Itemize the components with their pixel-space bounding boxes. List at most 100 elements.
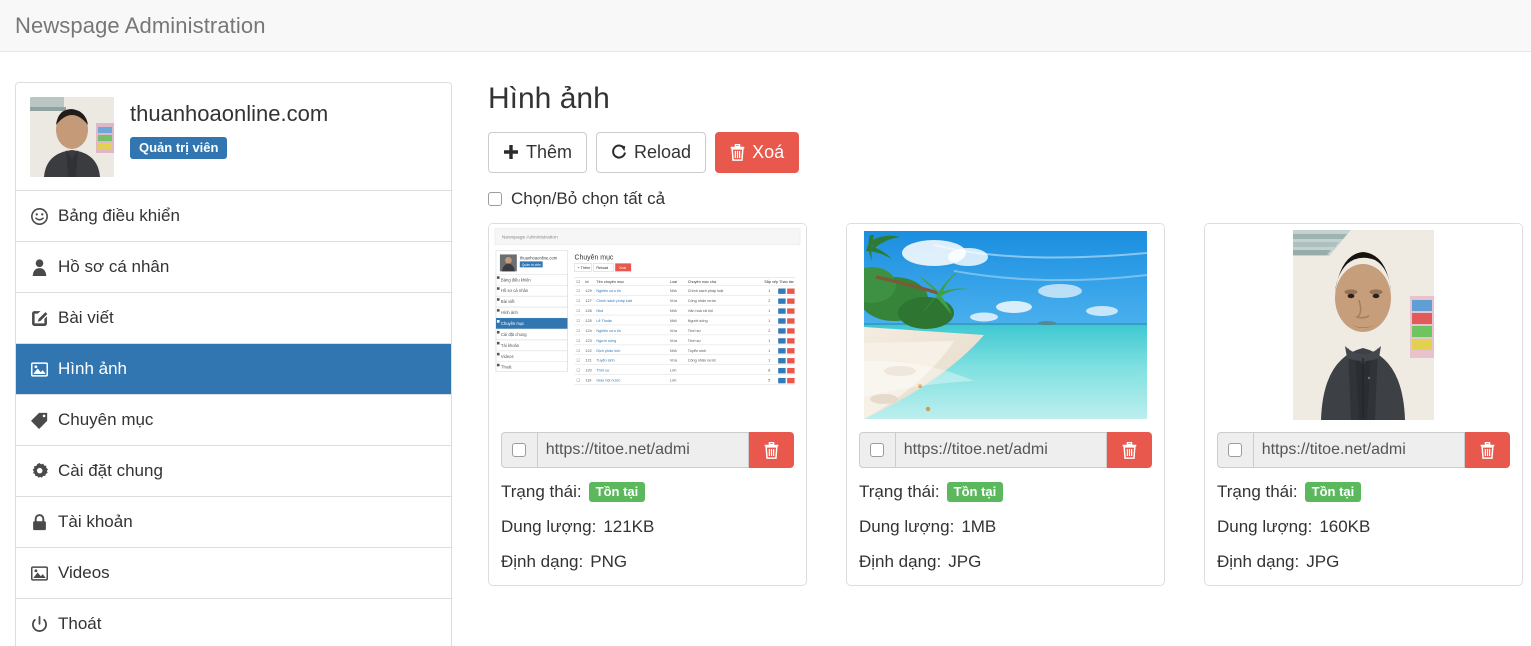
image-card: Trạng thái: Tồn tại Dung lượng: 1MB Định… [846, 223, 1165, 586]
size-label: Dung lượng: [859, 517, 955, 536]
refresh-icon [611, 144, 627, 161]
sidebar-item-logout[interactable]: Thoát [16, 599, 451, 646]
card-delete-button[interactable] [1106, 432, 1152, 468]
plus-icon [503, 144, 519, 160]
size-row: Dung lượng: 1MB [847, 516, 1164, 538]
svg-text:Newspage Administration: Newspage Administration [502, 235, 558, 241]
sidebar-item-profile[interactable]: Hồ sơ cá nhân [16, 242, 451, 293]
svg-text:Bài viết: Bài viết [501, 299, 515, 304]
trash-icon [764, 441, 779, 459]
url-input-group [501, 432, 794, 468]
size-value: 121KB [603, 517, 655, 536]
card-select-checkbox[interactable] [1228, 443, 1243, 457]
status-row: Trạng thái: Tồn tại [847, 481, 1164, 503]
svg-text:Nhỏ: Nhỏ [670, 309, 677, 313]
trash-icon [730, 143, 745, 161]
status-badge: Tồn tại [1304, 482, 1362, 502]
card-checkbox-addon [501, 432, 537, 468]
sidebar-item-settings[interactable]: Cài đặt chung [16, 446, 451, 497]
page-container: thuanhoaonline.com Quản trị viên Bảng đi… [0, 52, 1531, 646]
user-photo-avatar-icon [30, 97, 114, 177]
sidebar-item-categories[interactable]: Chuyên mục [16, 395, 451, 446]
svg-text:5: 5 [768, 379, 770, 383]
size-value: 160KB [1319, 517, 1371, 536]
svg-text:1: 1 [768, 289, 770, 293]
svg-text:Nghiên cứu tin: Nghiên cứu tin [596, 329, 621, 333]
image-url-input[interactable] [1252, 432, 1465, 468]
thumbnail-wrapper[interactable] [847, 224, 1164, 422]
image-url-input[interactable] [536, 432, 749, 468]
sidebar-item-images[interactable]: Hình ảnh [16, 344, 451, 395]
card-delete-button[interactable] [748, 432, 794, 468]
card-checkbox-addon [859, 432, 895, 468]
format-value: JPG [948, 552, 982, 571]
svg-text:123: 123 [585, 339, 591, 343]
reload-button[interactable]: Reload [596, 132, 707, 173]
size-label: Dung lượng: [501, 517, 597, 536]
svg-text:Hồ sơ cá nhân: Hồ sơ cá nhân [501, 288, 529, 293]
sidebar-item-accounts[interactable]: Tài khoản [16, 497, 451, 548]
svg-text:126: 126 [585, 309, 591, 313]
svg-text:Chuyên mục: Chuyên mục [501, 321, 524, 326]
add-button[interactable]: Thêm [488, 132, 588, 173]
svg-text:Reload: Reload [596, 266, 608, 270]
svg-text:122: 122 [585, 349, 591, 353]
svg-text:☐: ☐ [576, 339, 580, 343]
svg-text:Chuyên mục: Chuyên mục [574, 254, 613, 261]
svg-text:Sắp xếp: Sắp xếp [764, 279, 778, 284]
card-delete-button[interactable] [1464, 432, 1510, 468]
svg-text:☐: ☐ [576, 329, 580, 333]
svg-text:Công nhân nước: Công nhân nước [688, 359, 717, 363]
sidebar-item-label: Bài viết [58, 308, 114, 327]
user-icon [30, 258, 49, 277]
svg-text:☐: ☐ [576, 359, 580, 363]
svg-text:Nhỏ: Nhỏ [670, 289, 677, 293]
svg-text:Id: Id [585, 280, 588, 284]
svg-text:☐: ☐ [576, 379, 580, 383]
image-card: Trạng thái: Tồn tại Dung lượng: 160KB Đị… [1204, 223, 1523, 586]
svg-text:☐: ☐ [576, 299, 580, 303]
format-row: Định dạng: JPG [847, 551, 1164, 573]
svg-text:2: 2 [768, 299, 770, 303]
delete-button[interactable]: Xoá [715, 132, 800, 173]
format-label: Định dạng: [1217, 552, 1300, 571]
sidebar-item-label: Hình ảnh [58, 359, 127, 378]
select-all-checkbox[interactable] [488, 192, 502, 206]
trash-icon [1122, 441, 1137, 459]
sidebar-item-dashboard[interactable]: Bảng điều khiển [16, 191, 451, 242]
svg-text:Thời sự: Thời sự [688, 329, 702, 333]
svg-text:Cài đặt chung: Cài đặt chung [501, 332, 527, 337]
avatar [30, 97, 114, 177]
svg-text:☐: ☐ [576, 280, 580, 284]
lock-icon [30, 513, 49, 532]
thumbnail-wrapper[interactable] [1205, 224, 1522, 422]
svg-text:121: 121 [585, 359, 591, 363]
page-title: Hình ảnh [488, 82, 610, 115]
svg-text:Tuyển sinh: Tuyển sinh [688, 349, 706, 353]
sidebar-item-label: Thoát [58, 614, 102, 633]
status-label: Trạng thái: [859, 482, 940, 501]
sidebar-item-videos[interactable]: Videos [16, 548, 451, 599]
picture-icon [30, 360, 49, 379]
format-value: JPG [1306, 552, 1340, 571]
delete-button-label: Xoá [752, 142, 785, 162]
svg-text:Chính sách pháp luật: Chính sách pháp luật [596, 299, 633, 303]
svg-text:1: 1 [768, 339, 770, 343]
card-select-checkbox[interactable] [512, 443, 527, 457]
select-all-row[interactable]: Chọn/Bỏ chọn tất cả [488, 189, 1523, 209]
card-select-checkbox[interactable] [870, 443, 885, 457]
svg-text:Nhỏ: Nhỏ [670, 349, 677, 353]
thumbnail-wrapper[interactable]: Newspage Administration thuanhoaonline.c… [489, 224, 806, 422]
sidebar-item-label: Tài khoản [58, 512, 133, 531]
svg-text:Công nhân nước: Công nhân nước [688, 299, 717, 303]
svg-text:Người sống: Người sống [596, 339, 616, 343]
svg-text:125: 125 [585, 319, 591, 323]
svg-text:Tài khoản: Tài khoản [501, 343, 520, 348]
tropical-beach-photo-thumbnail [864, 231, 1147, 419]
sidebar-item-posts[interactable]: Bài viết [16, 293, 451, 344]
sidebar-item-label: Hồ sơ cá nhân [58, 257, 170, 276]
toolbar: Thêm Reload Xoá [488, 132, 1523, 173]
svg-text:☐: ☐ [576, 349, 580, 353]
image-url-input[interactable] [894, 432, 1107, 468]
status-badge: Quản trị viên [130, 137, 228, 160]
